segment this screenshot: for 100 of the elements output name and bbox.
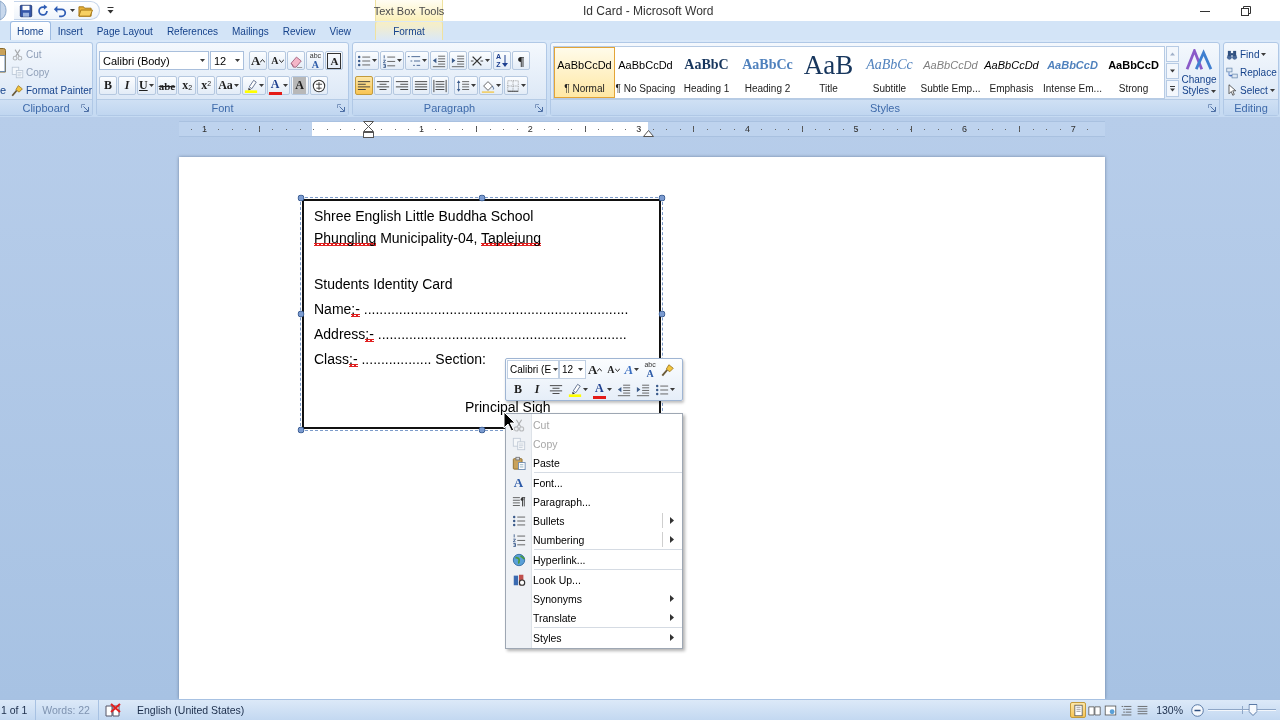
menu-item[interactable]: Paragraph... bbox=[506, 492, 682, 511]
indent-marker-icon[interactable] bbox=[643, 130, 654, 137]
print-layout-button[interactable] bbox=[1070, 702, 1087, 718]
paste-button[interactable]: e bbox=[0, 43, 7, 99]
ribbon-tab[interactable]: Page Layout bbox=[89, 21, 160, 40]
restore-icon[interactable] bbox=[1241, 5, 1251, 16]
decrease-indent-icon bbox=[616, 382, 631, 397]
font-size-field[interactable]: 12 bbox=[210, 51, 244, 70]
borders-icon bbox=[506, 78, 520, 93]
decrease-indent-button[interactable] bbox=[430, 51, 448, 70]
ribbon-tab[interactable]: Review bbox=[275, 21, 323, 40]
language[interactable]: English (United States) bbox=[130, 700, 253, 720]
gallery-more-icon[interactable] bbox=[1166, 80, 1179, 97]
bold-button[interactable]: B bbox=[99, 76, 117, 95]
customize-icon[interactable] bbox=[107, 7, 114, 14]
center-button[interactable] bbox=[374, 76, 392, 95]
show-marks-button[interactable]: ¶ bbox=[512, 51, 530, 70]
resize-handle-icon[interactable] bbox=[478, 426, 485, 434]
clear-formatting-button[interactable] bbox=[287, 51, 306, 70]
menu-item[interactable]: Hyperlink... bbox=[506, 550, 682, 569]
text-line: Students Identity Card bbox=[314, 275, 453, 294]
menu-item[interactable]: A Font... bbox=[506, 473, 682, 492]
web-layout-button[interactable] bbox=[1102, 702, 1119, 718]
grow-font-button[interactable]: A bbox=[586, 360, 605, 379]
paragraph-icon bbox=[511, 494, 526, 509]
ribbon-tab[interactable]: View bbox=[322, 21, 358, 40]
slider-thumb[interactable] bbox=[1248, 704, 1258, 716]
character-border-button[interactable]: A bbox=[325, 51, 344, 70]
menu-item[interactable]: Bullets bbox=[506, 511, 682, 530]
ribbon-tab[interactable]: Insert bbox=[50, 21, 90, 40]
font-name-field[interactable]: Calibri (E bbox=[507, 360, 559, 379]
font-color-button[interactable]: A bbox=[266, 76, 290, 95]
shrink-font-button[interactable]: A bbox=[604, 360, 623, 379]
resize-handle-icon[interactable] bbox=[478, 194, 485, 202]
highlight-button[interactable] bbox=[241, 76, 266, 95]
menu-item[interactable]: Styles bbox=[506, 628, 682, 647]
open-book-icon bbox=[1087, 703, 1101, 717]
replace-button[interactable]: Replace bbox=[1226, 63, 1278, 82]
zoom-level[interactable]: 130% bbox=[1152, 704, 1191, 716]
folder-icon[interactable] bbox=[78, 3, 93, 18]
ribbon-tab[interactable]: Home bbox=[10, 21, 51, 40]
dialog-launcher-icon[interactable] bbox=[337, 103, 345, 112]
bullets-button[interactable] bbox=[355, 51, 379, 70]
dialog-launcher-icon[interactable] bbox=[1208, 103, 1216, 112]
find-button[interactable]: Find bbox=[1226, 46, 1278, 64]
save-icon[interactable] bbox=[19, 3, 33, 18]
menu-item[interactable]: Look Up... bbox=[506, 570, 682, 589]
shrink-font-button[interactable]: A bbox=[268, 51, 287, 70]
resize-handle-icon[interactable] bbox=[658, 194, 666, 202]
format-painter-button[interactable]: Format Painter bbox=[10, 81, 94, 99]
zoom-out-icon[interactable] bbox=[1191, 703, 1204, 717]
change-styles-button[interactable]: Change Styles bbox=[1180, 46, 1218, 96]
font-color-button[interactable]: A bbox=[591, 380, 614, 399]
dialog-launcher-icon[interactable] bbox=[535, 103, 543, 112]
resize-handle-icon[interactable] bbox=[658, 310, 666, 318]
multilevel-list-button[interactable] bbox=[405, 51, 429, 70]
enclose-characters-button[interactable] bbox=[309, 76, 328, 95]
resize-handle-icon[interactable] bbox=[297, 194, 305, 202]
ribbon-tab[interactable]: References bbox=[159, 21, 225, 40]
italic-button[interactable]: I bbox=[528, 380, 546, 399]
borders-button[interactable] bbox=[504, 76, 528, 95]
ribbon-tab[interactable]: Format bbox=[375, 21, 443, 40]
bold-button[interactable]: B bbox=[509, 380, 527, 399]
increase-indent-button[interactable] bbox=[449, 51, 467, 70]
zoom-slider[interactable] bbox=[1208, 703, 1276, 717]
ribbon-tab[interactable]: Mailings bbox=[225, 21, 276, 40]
line-spacing-button[interactable] bbox=[454, 76, 478, 95]
ruler-number: 7 bbox=[1070, 124, 1076, 134]
resize-handle-icon[interactable] bbox=[297, 426, 305, 434]
select-button[interactable]: Select bbox=[1226, 81, 1278, 99]
align-right-button[interactable] bbox=[393, 76, 411, 95]
shading-button[interactable] bbox=[479, 76, 503, 95]
font-name-field[interactable]: Calibri (Body) bbox=[99, 51, 209, 70]
menu-item[interactable]: Numbering bbox=[506, 530, 682, 549]
numbering-button[interactable] bbox=[380, 51, 404, 70]
repeat-icon[interactable] bbox=[36, 3, 50, 18]
menu-item[interactable]: Synonyms bbox=[506, 589, 682, 608]
grow-font-button[interactable]: A bbox=[249, 51, 268, 70]
quick-styles-button[interactable]: A bbox=[622, 360, 642, 379]
spelling-check-icon[interactable] bbox=[104, 703, 121, 717]
justify-button[interactable] bbox=[412, 76, 430, 95]
font-size-field[interactable]: 12 bbox=[559, 360, 586, 379]
distributed-button[interactable] bbox=[431, 76, 449, 95]
dialog-launcher-icon[interactable] bbox=[81, 103, 89, 112]
strikethrough-button[interactable]: abe bbox=[156, 76, 178, 95]
italic-button[interactable]: I bbox=[118, 76, 136, 95]
highlight-button[interactable] bbox=[566, 380, 590, 399]
menu-item[interactable]: Translate bbox=[506, 608, 682, 627]
change-case-button[interactable]: Aa bbox=[216, 76, 241, 95]
text-line: Phungling Municipality-04, Taplejung bbox=[314, 229, 541, 248]
indent-marker-icon[interactable] bbox=[363, 121, 374, 138]
style-tile[interactable]: AaBbCcDd ¶ Normal bbox=[554, 47, 615, 98]
align-left-button[interactable] bbox=[355, 76, 373, 95]
resize-handle-icon[interactable] bbox=[297, 310, 305, 318]
page-number[interactable]: 1 of 1 bbox=[0, 700, 37, 720]
menu-item[interactable]: Paste bbox=[506, 453, 682, 472]
up-caret-icon bbox=[260, 58, 266, 63]
underline-button[interactable]: U bbox=[137, 76, 156, 95]
asian-layout-button[interactable] bbox=[468, 51, 492, 70]
character-shading-button[interactable]: A bbox=[290, 76, 309, 95]
